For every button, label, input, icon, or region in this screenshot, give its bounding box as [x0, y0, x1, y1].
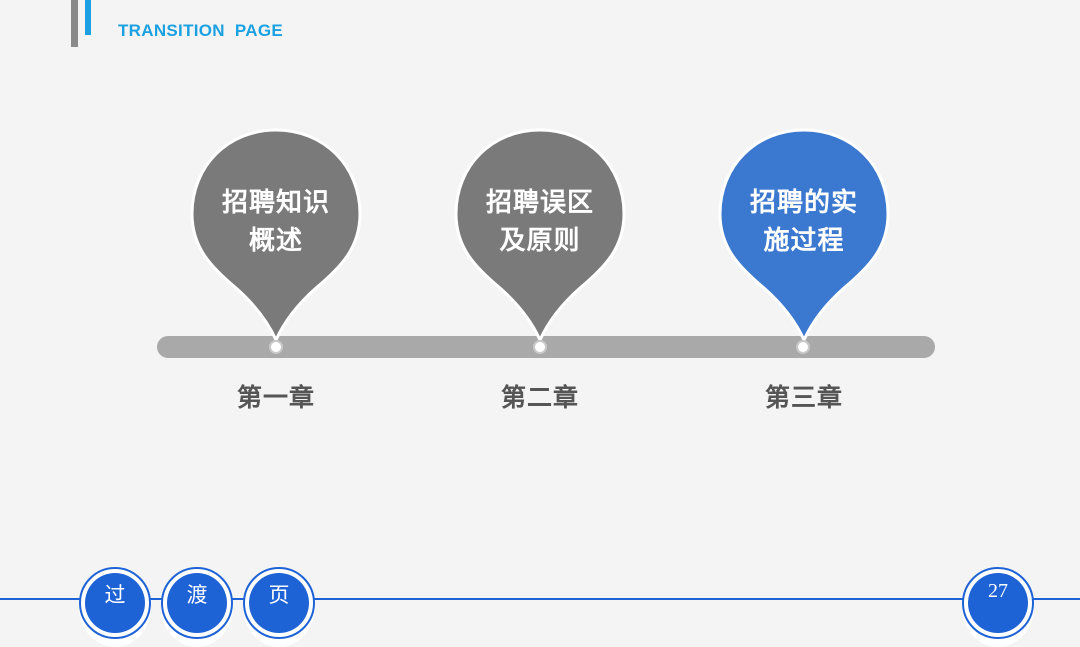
timeline-node-3	[796, 340, 810, 354]
footer-tab-3[interactable]: 页	[243, 567, 315, 647]
footer-tab-label: 页	[268, 583, 290, 607]
milestone-title: 招聘知识 概述	[221, 188, 330, 256]
page-title: TRANSITION PAGE	[118, 21, 284, 40]
chapter-label-2: 第二章	[500, 383, 579, 412]
chapter-label-3: 第三章	[764, 383, 843, 412]
chapter-label-1: 第一章	[236, 383, 315, 412]
milestone-title: 招聘的实 施过程	[749, 188, 858, 256]
milestone-pin-2[interactable]: 招聘误区 及原则	[452, 126, 628, 346]
header-decor-bar-gray	[71, 0, 78, 47]
page-number: 27	[988, 580, 1008, 602]
footer-tab-2[interactable]: 渡	[161, 567, 233, 647]
footer-tab-1[interactable]: 过	[79, 567, 151, 647]
footer-tab-label: 渡	[186, 583, 208, 607]
page-number-badge: 27	[962, 567, 1034, 647]
timeline-node-2	[533, 340, 547, 354]
milestone-pin-3[interactable]: 招聘的实 施过程	[716, 126, 892, 346]
timeline-node-1	[269, 340, 283, 354]
header-decor-bar-blue	[85, 0, 91, 35]
footer-tab-label: 过	[104, 583, 126, 607]
milestone-pin-1[interactable]: 招聘知识 概述	[188, 126, 364, 346]
milestone-title: 招聘误区 及原则	[485, 188, 594, 256]
